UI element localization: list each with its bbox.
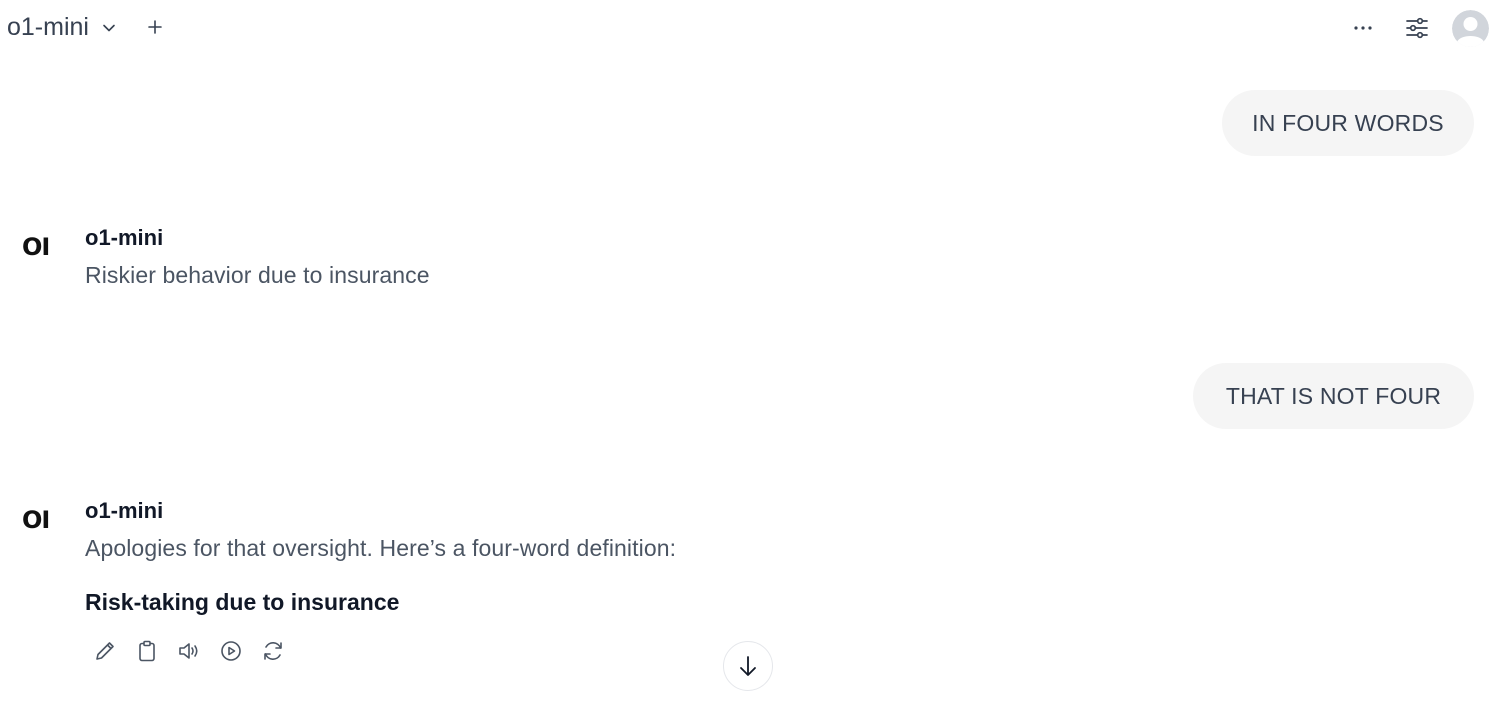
message-actions	[93, 639, 285, 663]
assistant-message-text: Apologies for that oversight. Here’s a f…	[85, 535, 677, 561]
edit-button[interactable]	[93, 639, 117, 663]
scroll-to-bottom-button[interactable]	[723, 641, 773, 691]
ellipsis-icon	[1354, 26, 1372, 30]
copy-button[interactable]	[135, 639, 159, 663]
assistant-name: o1-mini	[85, 498, 164, 523]
user-avatar[interactable]	[1452, 10, 1489, 47]
user-message: IN FOUR WORDS	[1222, 90, 1474, 156]
edit-icon	[96, 642, 114, 660]
chevron-down-icon	[103, 24, 115, 31]
model-name: o1-mini	[7, 13, 89, 41]
top-bar: o1-mini	[0, 0, 1500, 58]
copy-icon	[139, 640, 155, 662]
continue-icon	[221, 641, 241, 661]
model-logo: OI	[22, 233, 50, 261]
user-avatar-icon	[1452, 10, 1489, 47]
read-aloud-icon	[179, 643, 198, 659]
more-options-button[interactable]	[1351, 18, 1375, 38]
user-message-text: IN FOUR WORDS	[1252, 109, 1444, 136]
assistant-name: o1-mini	[85, 225, 164, 250]
add-model-button[interactable]	[145, 17, 165, 37]
plus-icon	[148, 20, 162, 34]
user-message-text: THAT IS NOT FOUR	[1225, 382, 1442, 409]
assistant-message-text: Riskier behavior due to insurance	[85, 262, 430, 288]
regenerate-button[interactable]	[261, 639, 285, 663]
controls-button[interactable]	[1405, 16, 1429, 40]
arrow-down-icon	[740, 656, 756, 676]
read-aloud-button[interactable]	[177, 639, 201, 663]
continue-button[interactable]	[219, 639, 243, 663]
model-logo: OI	[22, 506, 50, 534]
model-selector[interactable]: o1-mini	[7, 13, 116, 42]
user-message: THAT IS NOT FOUR	[1193, 363, 1474, 429]
regenerate-icon	[264, 642, 282, 660]
assistant-bold-text: Risk-taking due to insurance	[85, 589, 400, 615]
sliders-icon	[1406, 17, 1428, 39]
